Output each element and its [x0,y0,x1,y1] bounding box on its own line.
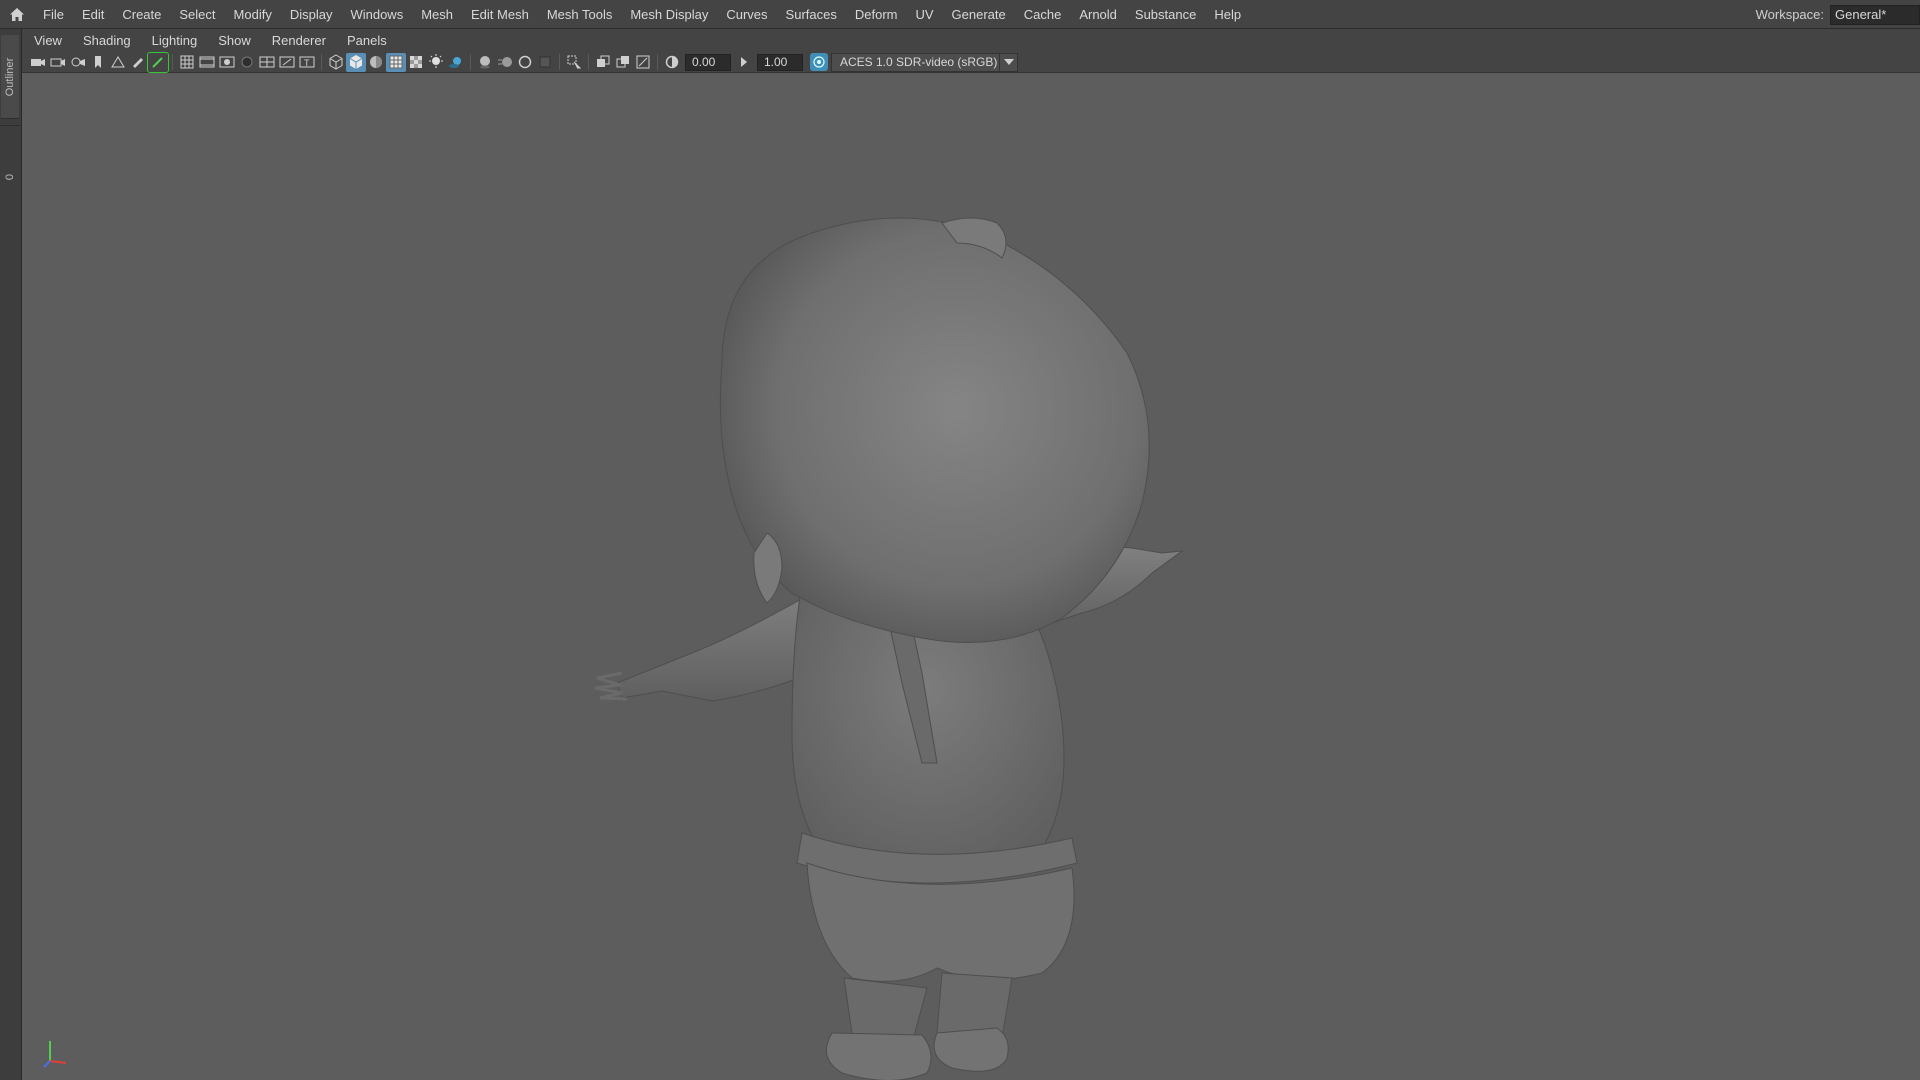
view-transform-value: ACES 1.0 SDR-video (sRGB) [840,54,998,69]
3d-viewport[interactable] [22,73,1920,1080]
bookmark-icon[interactable] [88,53,108,72]
gamma-field[interactable]: 1.00 [757,53,803,71]
menu-help[interactable]: Help [1205,0,1250,29]
menu-file[interactable]: File [34,0,73,29]
camera-attributes-icon[interactable] [68,53,88,72]
menu-deform[interactable]: Deform [846,0,907,29]
resolution-gate-icon[interactable] [217,53,237,72]
menu-edit[interactable]: Edit [73,0,113,29]
isolate-select-icon[interactable] [564,53,584,72]
safe-action-icon[interactable] [277,53,297,72]
wireframe-icon[interactable] [326,53,346,72]
xray-active-components-icon[interactable] [613,53,633,72]
panel-menu-show[interactable]: Show [207,30,261,52]
toolbar-separator [172,54,173,70]
image-plane-icon[interactable] [108,53,128,72]
menu-create[interactable]: Create [113,0,170,29]
film-gate-icon[interactable] [197,53,217,72]
toolbar-separator [321,54,322,70]
menu-substance[interactable]: Substance [1126,0,1205,29]
menu-modify[interactable]: Modify [225,0,281,29]
main-menu-bar: File Edit Create Select Modify Display Windows… [0,0,1920,29]
strip-zero-label: 0 [4,173,16,181]
grease-pencil-icon[interactable] [128,53,148,72]
toolbar-separator [559,54,560,70]
menu-mesh[interactable]: Mesh [412,0,462,29]
menu-mesh-display[interactable]: Mesh Display [621,0,717,29]
safe-title-icon[interactable]: T [297,53,317,72]
shadows-icon[interactable] [446,53,466,72]
menu-mesh-tools[interactable]: Mesh Tools [538,0,622,29]
menu-items: File Edit Create Select Modify Display Windows… [34,0,1250,28]
depth-of-field-icon[interactable] [535,53,555,72]
panel-menu-panels[interactable]: Panels [336,30,397,52]
xray-icon[interactable] [593,53,613,72]
menu-edit-mesh[interactable]: Edit Mesh [462,0,538,29]
2d-pan-zoom-icon[interactable] [147,51,169,73]
gamma-icon[interactable] [734,53,754,72]
workspace-label: Workspace: [1755,7,1824,22]
left-dock-strip: Outliner 0 [0,29,22,1080]
panel-menu-view[interactable]: View [22,30,72,52]
outliner-tab-label: Outliner [4,57,16,96]
wireframe-on-shaded-icon[interactable] [386,52,406,72]
menu-surfaces[interactable]: Surfaces [777,0,846,29]
outliner-tab[interactable]: Outliner [1,35,19,119]
workspace-selector: Workspace: General* [1756,0,1920,29]
menu-curves[interactable]: Curves [717,0,776,29]
field-chart-icon[interactable] [257,53,277,72]
screen-space-ao-icon[interactable] [475,53,495,72]
workspace-dropdown[interactable]: General* [1830,4,1920,25]
character-model [594,217,1184,1080]
textured-icon[interactable] [406,53,426,72]
viewport-toolbar: T 0.00 1.00 ACES 1.0 SDR-video (sRGB) [22,51,1920,73]
grid-icon[interactable] [177,53,197,72]
svg-text:T: T [304,58,310,68]
strip-zero-tab[interactable]: 0 [1,167,19,187]
toolbar-separator [588,54,589,70]
camera-select-icon[interactable] [28,53,48,72]
menu-select[interactable]: Select [170,0,224,29]
menu-cache[interactable]: Cache [1015,0,1071,29]
menu-generate[interactable]: Generate [943,0,1015,29]
color-management-icon[interactable] [810,53,828,71]
panel-menu-shading[interactable]: Shading [72,30,141,52]
view-transform-dropdown[interactable]: ACES 1.0 SDR-video (sRGB) [831,52,1018,72]
home-icon[interactable] [0,0,34,29]
menu-arnold[interactable]: Arnold [1070,0,1126,29]
chevron-down-icon[interactable] [999,53,1017,71]
axis-gizmo [40,1031,80,1071]
camera-lock-icon[interactable] [48,53,68,72]
exposure-field[interactable]: 0.00 [685,53,731,71]
anti-aliasing-icon[interactable] [515,53,535,72]
menu-windows[interactable]: Windows [341,0,412,29]
menu-uv[interactable]: UV [906,0,942,29]
gate-mask-icon[interactable] [237,53,257,72]
default-material-icon[interactable] [366,53,386,72]
xray-joints-icon[interactable] [633,53,653,72]
menu-display[interactable]: Display [281,0,342,29]
viewport-panel-menu: View Shading Lighting Show Renderer Panels [22,30,1920,52]
motion-blur-icon[interactable] [495,53,515,72]
panel-menu-lighting[interactable]: Lighting [141,30,208,52]
toolbar-separator [470,54,471,70]
panel-menu-renderer[interactable]: Renderer [261,30,336,52]
strip-divider [0,125,21,126]
smooth-shade-icon[interactable] [346,52,366,72]
toolbar-separator [657,54,658,70]
use-all-lights-icon[interactable] [426,53,446,72]
exposure-icon[interactable] [662,53,682,72]
